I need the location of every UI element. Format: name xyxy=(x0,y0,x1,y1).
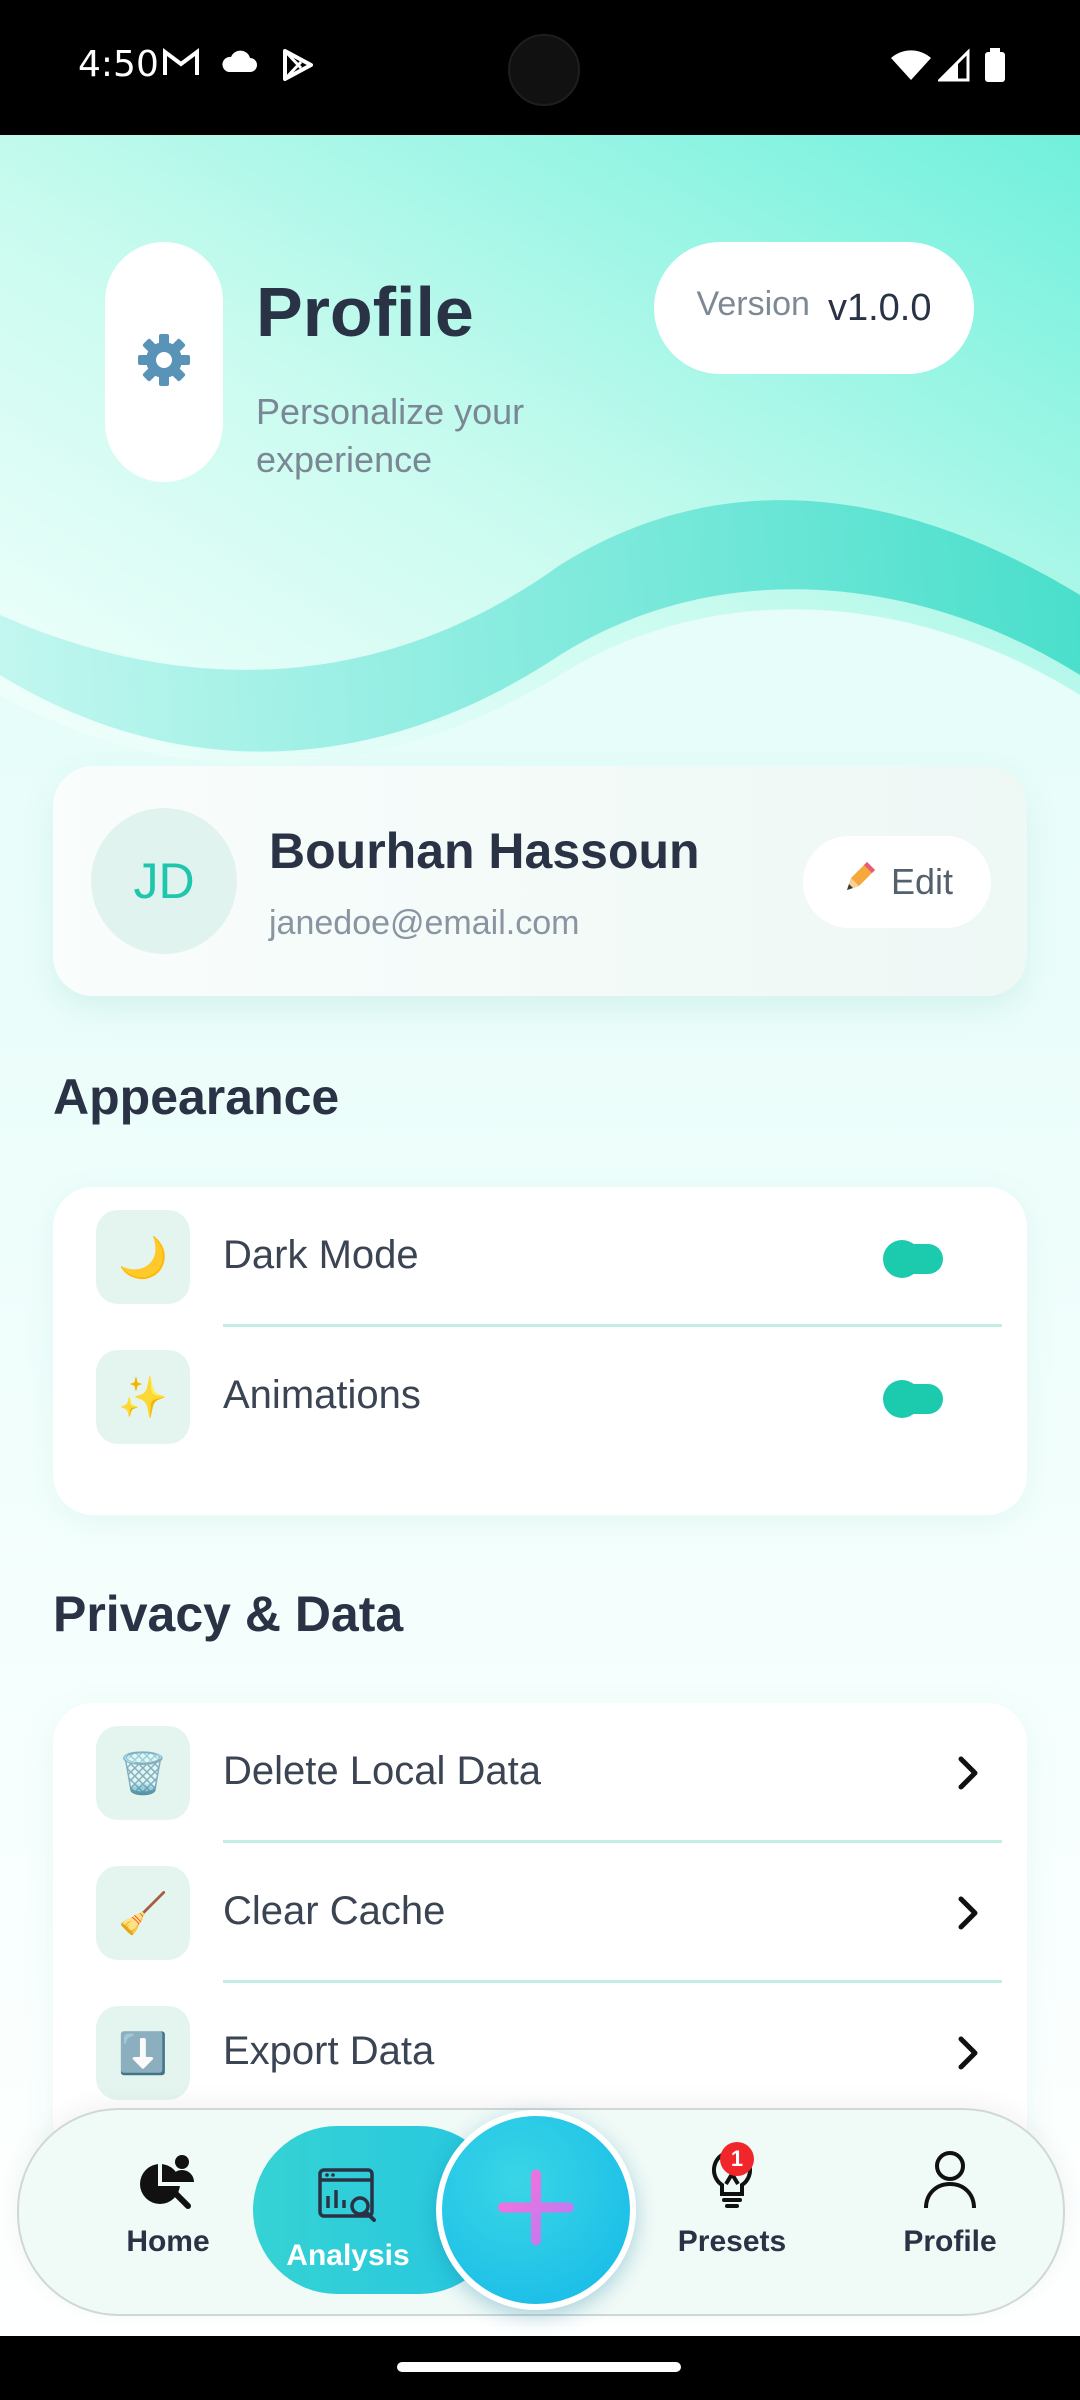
nav-home-label: Home xyxy=(126,2225,210,2258)
nav-presets-label: Presets xyxy=(677,2225,787,2258)
edit-label: Edit xyxy=(890,861,954,902)
add-button[interactable] xyxy=(436,2110,636,2310)
version-label: Version xyxy=(696,284,810,323)
settings-row-dark-mode[interactable]: 🌙 Dark Mode xyxy=(53,1187,1027,1327)
settings-badge xyxy=(105,242,223,482)
settings-row-export-data[interactable]: ⬇️ Export Data xyxy=(53,1983,1027,2123)
moon-icon: 🌙 xyxy=(96,1210,190,1304)
sparkles-icon: ✨ xyxy=(96,1350,190,1444)
page-subtitle: Personalize your experience xyxy=(256,391,525,480)
row-label: Dark Mode xyxy=(223,1233,419,1277)
avatar: JD xyxy=(91,808,237,954)
user-card: JD Bourhan Hassoun janedoe@email.com Edi… xyxy=(53,766,1027,996)
gmail-icon xyxy=(162,48,200,83)
status-time: 4:50 xyxy=(78,44,159,85)
plus-icon xyxy=(493,2165,579,2256)
broom-icon: 🧹 xyxy=(96,1866,190,1960)
nav-profile-label: Profile xyxy=(903,2225,997,2258)
user-name: Bourhan Hassoun xyxy=(269,823,700,879)
gear-icon xyxy=(134,330,194,395)
trash-icon: 🗑️ xyxy=(96,1726,190,1820)
version-badge: Version v1.0.0 xyxy=(654,242,974,374)
person-icon xyxy=(918,2151,982,2216)
camera-cutout xyxy=(508,34,580,106)
chevron-right-icon xyxy=(948,1893,988,1938)
row-label: Animations xyxy=(223,1373,421,1417)
wifi-icon xyxy=(890,48,932,87)
presets-notification-badge: 1 xyxy=(720,2142,754,2176)
dark-mode-toggle[interactable] xyxy=(883,1240,943,1278)
analysis-icon xyxy=(316,2168,380,2232)
edit-profile-button[interactable]: Edit xyxy=(803,836,991,928)
chevron-right-icon xyxy=(948,1753,988,1798)
user-email: janedoe@email.com xyxy=(269,904,580,942)
nav-analysis-label: Analysis xyxy=(286,2239,410,2272)
play-store-icon xyxy=(280,48,316,87)
status-bar: 4:50 xyxy=(0,0,1080,135)
settings-row-clear-cache[interactable]: 🧹 Clear Cache xyxy=(53,1843,1027,1983)
row-label: Delete Local Data xyxy=(223,1749,541,1793)
page-title: Profile xyxy=(256,273,474,351)
chevron-right-icon xyxy=(948,2033,988,2078)
privacy-title: Privacy & Data xyxy=(53,1586,404,1642)
home-indicator[interactable] xyxy=(397,2362,681,2372)
settings-row-delete-local-data[interactable]: 🗑️ Delete Local Data xyxy=(53,1703,1027,1843)
pencil-icon xyxy=(841,860,877,905)
settings-row-animations[interactable]: ✨ Animations xyxy=(53,1327,1027,1467)
privacy-card: 🗑️ Delete Local Data 🧹 Clear Cache ⬇️ Ex… xyxy=(53,1703,1027,2163)
signal-icon xyxy=(936,48,972,87)
nav-home[interactable]: Home xyxy=(83,2148,253,2259)
battery-icon xyxy=(984,48,1006,87)
animations-toggle[interactable] xyxy=(883,1380,943,1418)
appearance-card: 🌙 Dark Mode ✨ Animations xyxy=(53,1187,1027,1515)
row-label: Export Data xyxy=(223,2029,435,2073)
download-icon: ⬇️ xyxy=(96,2006,190,2100)
home-icon xyxy=(136,2155,200,2216)
cloud-icon xyxy=(220,48,258,83)
lightbulb-icon xyxy=(700,2149,764,2216)
appearance-title: Appearance xyxy=(53,1069,340,1125)
version-value: v1.0.0 xyxy=(827,286,932,329)
row-label: Clear Cache xyxy=(223,1889,446,1933)
nav-profile[interactable]: Profile xyxy=(865,2148,1035,2259)
